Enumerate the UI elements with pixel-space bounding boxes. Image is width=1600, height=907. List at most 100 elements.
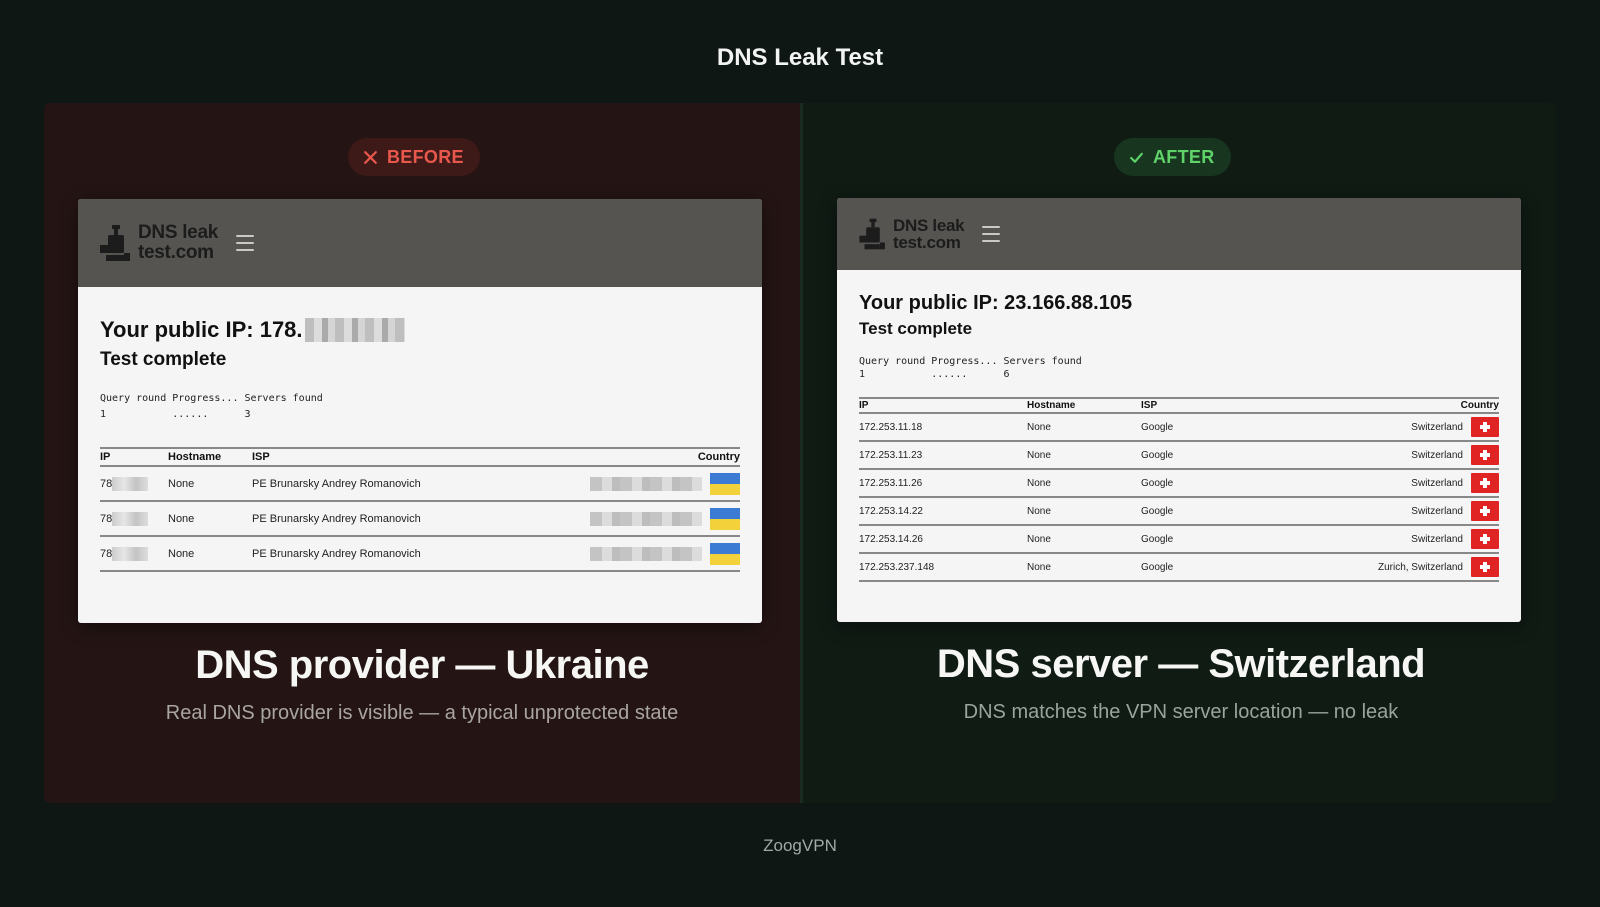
logo-line-2: test.com: [893, 233, 961, 252]
row-country: Zurich, Switzerland: [1377, 561, 1463, 573]
table-row: 78 None PE Brunarsky Andrey Romanovich: [100, 466, 740, 502]
row-isp: PE Brunarsky Andrey Romanovich: [252, 501, 511, 537]
after-caption: DNS server — Switzerland DNS matches the…: [803, 642, 1556, 726]
row-isp: Google: [1141, 441, 1217, 470]
before-screenshot: DNS leak test.com Your public IP: 178. T…: [78, 199, 762, 623]
switzerland-flag-icon: [1471, 417, 1499, 437]
switzerland-flag-icon: [1471, 473, 1499, 493]
row-isp: PE Brunarsky Andrey Romanovich: [252, 466, 511, 502]
row-ip: 172.253.11.26: [859, 469, 1027, 498]
row-ip: 78: [100, 512, 113, 525]
row-country: Switzerland: [1411, 533, 1463, 545]
site-header: DNS leak test.com: [837, 198, 1521, 270]
close-icon: [364, 150, 377, 164]
after-screenshot: DNS leak test.com Your public IP: 23.166…: [837, 198, 1521, 622]
table-row: 172.253.11.23 None Google Switzerland: [859, 441, 1499, 470]
before-panel: BEFORE DNS leak test.com Your public IP:: [44, 103, 800, 803]
before-badge: BEFORE: [348, 138, 480, 176]
switzerland-flag-icon: [1471, 529, 1499, 549]
faucet-icon: [857, 217, 889, 251]
after-panel: AFTER DNS leak test.com Your public IP: …: [800, 103, 1556, 803]
before-caption-subtitle: Real DNS provider is visible — a typical…: [165, 702, 679, 724]
table-row: 78 None PE Brunarsky Andrey Romanovich: [100, 501, 740, 537]
redacted-location-icon: [590, 476, 702, 491]
faucet-icon: [98, 223, 134, 263]
row-country: Switzerland: [1411, 477, 1463, 489]
row-ip: 172.253.11.23: [859, 441, 1027, 470]
ukraine-flag-icon: [710, 542, 740, 565]
redacted-ip-icon: [304, 318, 405, 342]
redacted-ip-icon: [112, 546, 149, 561]
col-country: Country: [510, 447, 740, 467]
col-hostname: Hostname: [168, 447, 252, 467]
public-ip-line: Your public IP: 178.: [100, 317, 740, 343]
site-logo: DNS leak test.com: [98, 223, 218, 263]
table-row: 172.253.14.22 None Google Switzerland: [859, 497, 1499, 526]
menu-icon[interactable]: [982, 226, 1001, 242]
progress-header: Query round Progress... Servers found: [859, 356, 1082, 367]
test-status: Test complete: [859, 319, 973, 338]
row-ip: 172.253.14.26: [859, 525, 1027, 554]
col-isp: ISP: [252, 447, 511, 467]
site-body: Your public IP: 23.166.88.105 Test compl…: [837, 270, 1521, 582]
table-row: 172.253.11.18 None Google Switzerland: [859, 413, 1499, 442]
public-ip-line: Your public IP: 23.166.88.105: [859, 292, 1499, 315]
page-title: DNS Leak Test: [716, 44, 884, 71]
logo-line-1: DNS leak: [138, 222, 218, 243]
row-ip: 78: [100, 477, 113, 490]
row-isp: Google: [1141, 497, 1217, 526]
row-isp: PE Brunarsky Andrey Romanovich: [252, 536, 511, 572]
redacted-location-icon: [590, 546, 702, 561]
row-ip: 172.253.237.148: [859, 553, 1027, 582]
row-hostname: None: [1027, 469, 1141, 498]
site-header: DNS leak test.com: [78, 199, 762, 287]
switzerland-flag-icon: [1471, 557, 1499, 577]
dns-servers-table: IP Hostname ISP Country 78 None PE Bruna…: [100, 447, 740, 572]
comparison-stage: BEFORE DNS leak test.com Your public IP:: [44, 103, 1556, 803]
row-hostname: None: [1027, 553, 1141, 582]
progress-values: 1 ...... 3: [100, 409, 251, 420]
table-row: 172.253.11.26 None Google Switzerland: [859, 469, 1499, 498]
check-icon: [1130, 152, 1143, 163]
row-hostname: None: [1027, 441, 1141, 470]
public-ip-label: Your public IP: 23.166.88.105: [859, 292, 1133, 314]
after-caption-title: DNS server — Switzerland: [936, 642, 1426, 686]
brand-footer: ZoogVPN: [763, 836, 837, 855]
row-hostname: None: [168, 466, 252, 502]
row-isp: Google: [1141, 469, 1217, 498]
query-progress: Query round Progress... Servers found 1 .…: [100, 391, 740, 423]
table-row: 172.253.237.148 None Google Zurich, Swit…: [859, 553, 1499, 582]
row-isp: Google: [1141, 553, 1217, 582]
after-badge: AFTER: [1114, 138, 1231, 176]
after-badge-label: AFTER: [1153, 146, 1215, 167]
logo-line-1: DNS leak: [893, 216, 965, 235]
public-ip-label: Your public IP: 178.: [100, 317, 303, 342]
site-logo: DNS leak test.com: [857, 216, 965, 252]
test-status: Test complete: [100, 349, 227, 370]
before-caption-title: DNS provider — Ukraine: [195, 643, 649, 687]
before-badge-label: BEFORE: [387, 146, 464, 167]
row-ip: 78: [100, 547, 113, 560]
switzerland-flag-icon: [1471, 501, 1499, 521]
site-body: Your public IP: 178. Test complete Query…: [78, 287, 762, 572]
table-row: 172.253.14.26 None Google Switzerland: [859, 525, 1499, 554]
menu-icon[interactable]: [235, 235, 254, 251]
row-country: Switzerland: [1411, 449, 1463, 461]
col-isp: ISP: [1141, 397, 1217, 414]
logo-line-2: test.com: [138, 242, 214, 263]
ukraine-flag-icon: [710, 507, 740, 530]
col-ip: IP: [859, 397, 1027, 414]
row-ip: 172.253.14.22: [859, 497, 1027, 526]
after-caption-subtitle: DNS matches the VPN server location — no…: [963, 701, 1399, 723]
redacted-ip-icon: [112, 511, 149, 526]
col-ip: IP: [100, 447, 168, 467]
progress-header: Query round Progress... Servers found: [100, 393, 323, 404]
row-hostname: None: [168, 501, 252, 537]
redacted-location-icon: [590, 511, 702, 526]
row-country: Switzerland: [1411, 505, 1463, 517]
progress-values: 1 ...... 6: [859, 369, 1010, 380]
col-country: Country: [1216, 397, 1499, 414]
row-hostname: None: [168, 536, 252, 572]
row-hostname: None: [1027, 413, 1141, 442]
dns-servers-table: IP Hostname ISP Country 172.253.11.18 No…: [859, 397, 1499, 582]
